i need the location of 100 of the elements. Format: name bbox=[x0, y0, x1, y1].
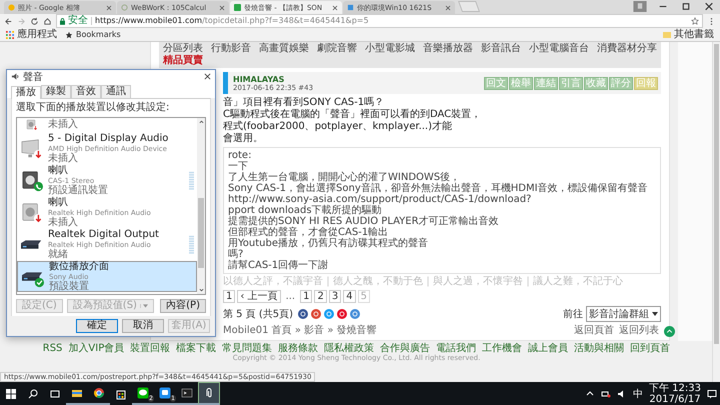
site-link[interactable]: 服務條款 bbox=[278, 343, 318, 354]
device-button[interactable]: 內容(P) bbox=[160, 299, 206, 313]
nav-link[interactable]: 行動影音 bbox=[211, 43, 251, 55]
footer-link[interactable]: 返回列表 bbox=[619, 325, 659, 337]
site-icon bbox=[8, 4, 15, 11]
site-link[interactable]: 誠上會員 bbox=[528, 343, 568, 354]
site-link[interactable]: 裝置回報 bbox=[130, 343, 170, 354]
site-link[interactable]: 加入VIP會員 bbox=[68, 343, 124, 354]
notifications-icon[interactable] bbox=[707, 388, 717, 398]
footer-link[interactable]: 返回頁首 bbox=[574, 325, 614, 337]
dialog-tab[interactable]: 通訊 bbox=[101, 85, 131, 98]
dialog-title: 聲音 bbox=[23, 70, 43, 84]
caret-down-icon bbox=[140, 304, 148, 308]
bookmark-item[interactable]: Bookmarks bbox=[65, 28, 121, 40]
site-link[interactable]: 常見問題集 bbox=[222, 343, 272, 354]
device-status: 預設通訊裝置 bbox=[48, 186, 109, 196]
star-icon bbox=[65, 30, 73, 38]
quote-text: 一下 bbox=[228, 161, 248, 172]
device-item[interactable]: 未插入 bbox=[17, 118, 197, 132]
page-count-text: 第 5 頁 (共5頁) bbox=[223, 308, 294, 321]
share-circle-icon[interactable] bbox=[311, 309, 322, 319]
reload-icon[interactable] bbox=[30, 16, 39, 26]
network-icon[interactable] bbox=[601, 388, 611, 398]
nav-link[interactable]: 音樂播放器 bbox=[423, 43, 473, 55]
speaker-icon bbox=[11, 72, 20, 81]
nav-link[interactable]: 小型電腦音台 bbox=[529, 43, 589, 55]
profile-icon[interactable] bbox=[633, 0, 647, 12]
site-link[interactable]: RSS bbox=[42, 343, 62, 354]
nav-link[interactable]: 消費器材分享 bbox=[597, 43, 657, 55]
site-icon bbox=[121, 4, 128, 11]
dialog-button[interactable]: 確定 bbox=[76, 319, 118, 333]
caret-down-icon[interactable] bbox=[198, 288, 204, 292]
quote-text: Sony CAS-1，會出選擇Sony音訊，卻音外無法輸出聲音，耳機HDMI音效，標設備保留有聲音 bbox=[228, 183, 649, 194]
back-arrow-icon[interactable] bbox=[4, 16, 13, 26]
breadcrumb-text: Mobile01 首頁 » 影音 » 發燒音響 bbox=[223, 325, 377, 337]
scroll-to-top-icon[interactable] bbox=[664, 326, 675, 336]
dialog-button[interactable]: 取消 bbox=[122, 319, 164, 333]
home-icon[interactable] bbox=[43, 16, 52, 26]
bookmark-item[interactable]: 應用程式 bbox=[6, 28, 57, 40]
instruction-text: 選取下面的播放裝置以修改其設定: bbox=[16, 102, 170, 114]
site-link[interactable]: 檔案下載 bbox=[176, 343, 216, 354]
dialog-tab[interactable]: 播放 bbox=[11, 86, 41, 99]
page-link[interactable]: 1 bbox=[300, 290, 312, 303]
quote-text: 請幫CAS-1回傳一下謝 bbox=[228, 260, 330, 271]
device-status: 未插入 bbox=[48, 120, 79, 130]
quote-text: rote: bbox=[228, 150, 252, 161]
share-circle-icon[interactable] bbox=[350, 309, 360, 319]
page-link[interactable]: 2 bbox=[314, 290, 327, 303]
device-status: 未插入 bbox=[48, 218, 79, 228]
device-status: 就緒 bbox=[48, 250, 68, 260]
input-method-indicator[interactable]: 中 bbox=[633, 386, 643, 400]
ellipsis-text: ... bbox=[284, 291, 296, 302]
quote-text: 提需提供的SONY HI RES AUDIO PLAYER才可正常輸出音效 bbox=[228, 216, 500, 227]
quote-text: 嗎? bbox=[228, 249, 244, 260]
dropdown-caret-icon bbox=[652, 312, 658, 316]
share-circle-icon[interactable] bbox=[298, 309, 308, 319]
previous-page-link[interactable]: ‹ 上一頁 bbox=[237, 290, 281, 303]
scrollbar[interactable] bbox=[712, 42, 720, 382]
quote-text: 了人生第一台電腦，開開心心的灌了WINDOWS後， bbox=[228, 172, 460, 183]
site-link[interactable]: 電話我們 bbox=[436, 343, 476, 354]
scrollbar[interactable] bbox=[197, 118, 205, 294]
nav-link[interactable]: 精品買賣 bbox=[163, 55, 203, 67]
caret-up-icon[interactable] bbox=[198, 120, 204, 124]
post-text: 程式(foobar2000、potplayer、kmplayer...)才能 bbox=[223, 121, 454, 132]
apps-grid-icon bbox=[6, 30, 14, 38]
dialog-tab[interactable]: 音效 bbox=[71, 85, 101, 98]
folder-icon bbox=[663, 30, 671, 38]
lock-icon bbox=[60, 18, 65, 24]
page-link[interactable]: 1 bbox=[223, 290, 236, 303]
site-link[interactable]: 隱私權政策 bbox=[324, 343, 374, 354]
quote-text: 用Youtube播放，仍舊只有訪碟其程式的聲音 bbox=[228, 238, 429, 249]
bookmark-folder[interactable]: 其他書籤 bbox=[663, 28, 714, 40]
page-link[interactable]: 4 bbox=[343, 290, 356, 303]
nav-link[interactable]: 高畫質娛樂 bbox=[259, 43, 309, 55]
taskbar-app[interactable] bbox=[198, 382, 220, 405]
close-icon[interactable] bbox=[332, 4, 338, 10]
avatar-strip bbox=[223, 72, 228, 94]
nav-link[interactable]: 影音訊台 bbox=[481, 43, 521, 55]
nav-link[interactable]: 劇院音響 bbox=[317, 43, 357, 55]
share-circle-icon[interactable] bbox=[324, 309, 334, 319]
site-link[interactable]: 合作與廣告 bbox=[380, 343, 430, 354]
dialog-tab[interactable]: 錄製 bbox=[41, 85, 71, 98]
page-link[interactable]: 3 bbox=[328, 290, 342, 303]
site-link[interactable]: 活動與相關 bbox=[574, 343, 624, 354]
author-name[interactable]: HIMALAYAS bbox=[233, 74, 484, 84]
bookmark-star-icon[interactable] bbox=[691, 17, 699, 25]
quote-text: pport downloads下載所提的驅動 bbox=[228, 205, 383, 216]
nav-link[interactable]: 分區列表 bbox=[163, 43, 203, 55]
site-link[interactable]: 回到頁首 bbox=[630, 343, 670, 354]
share-circle-icon[interactable] bbox=[337, 309, 348, 319]
forum-select[interactable]: 影音討論群組 bbox=[586, 306, 661, 322]
nav-link[interactable]: 小型電影城 bbox=[365, 43, 415, 55]
site-link[interactable]: 工作機會 bbox=[482, 343, 522, 354]
device-name: 5 - Digital Display Audio bbox=[48, 134, 170, 144]
clock[interactable]: 下午 12:33 2017/6/17 bbox=[649, 382, 701, 404]
device-name: Realtek Digital Output bbox=[48, 230, 160, 240]
close-icon[interactable] bbox=[204, 73, 211, 80]
post-text: 會選用。 bbox=[223, 133, 264, 145]
device-name: 數位播放介面 bbox=[49, 262, 110, 272]
address-bar[interactable]: 安全 https://www.mobile01.com/topicdetail.php?f=348&t=4645441&p=5 bbox=[56, 14, 703, 28]
